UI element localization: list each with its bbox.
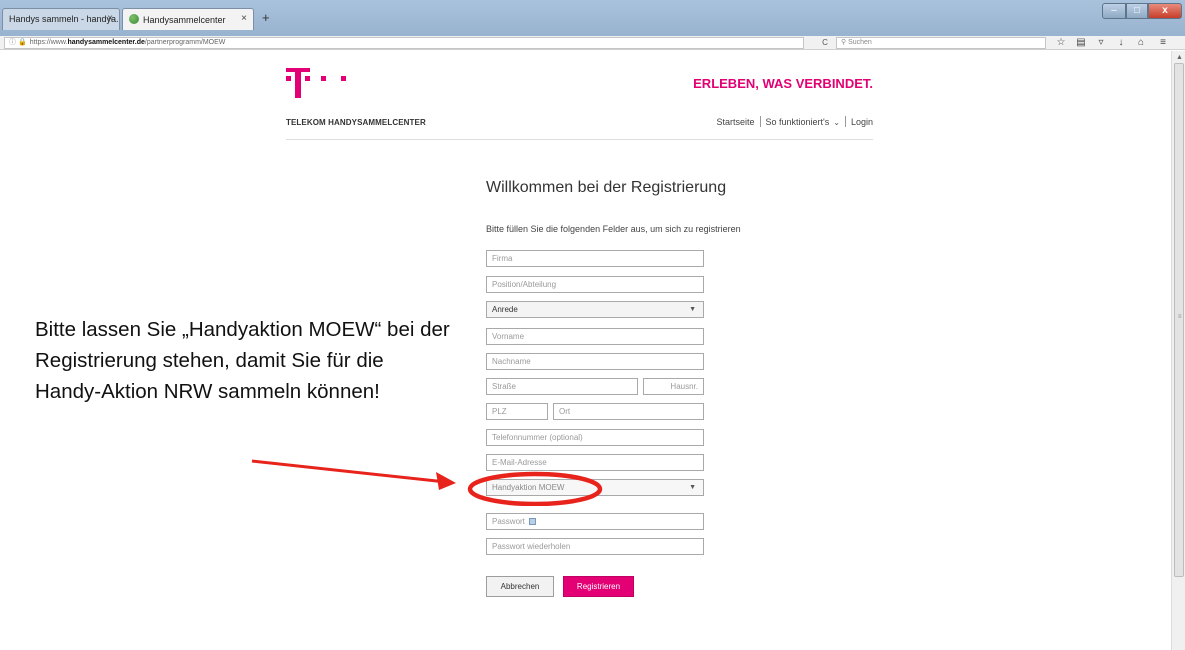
- nav-label: So funktioniert's: [765, 117, 830, 127]
- brand-name: TELEKOM HANDYSAMMELCENTER: [286, 118, 426, 127]
- main-nav: Startseite So funktioniert's ⌄ Login: [600, 116, 873, 127]
- nav-so-funktionierts[interactable]: So funktioniert's ⌄: [766, 117, 840, 127]
- lock-icon: 🔒: [18, 39, 27, 46]
- tab-label: Handys sammeln - handya...: [9, 14, 120, 24]
- home-icon[interactable]: ⌂: [1134, 37, 1148, 49]
- annotation-text: Bitte lassen Sie „Handyaktion MOEW“ bei …: [35, 318, 450, 403]
- housenr-field[interactable]: [643, 378, 704, 395]
- scroll-up-icon[interactable]: ▲: [1176, 54, 1183, 61]
- phone-field[interactable]: [486, 429, 704, 446]
- salutation-value: Anrede: [492, 305, 518, 314]
- form-title: Willkommen bei der Registrierung: [486, 179, 727, 196]
- dropdown-arrow-icon: ▼: [689, 484, 696, 491]
- header-divider: [286, 139, 873, 140]
- register-button[interactable]: Registrieren: [563, 576, 634, 597]
- window-close-button[interactable]: x: [1148, 3, 1182, 19]
- url-path: /partnerprogramm/MOEW: [144, 39, 226, 46]
- nav-divider: [759, 116, 761, 127]
- firstname-field[interactable]: [486, 328, 704, 345]
- reading-list-icon[interactable]: ▤: [1074, 37, 1088, 49]
- annotation-circle: [467, 471, 603, 506]
- pocket-icon[interactable]: ▿: [1094, 37, 1108, 49]
- tab-handys-sammeln[interactable]: Handys sammeln - handya... ×: [2, 8, 120, 30]
- password-repeat-field[interactable]: [486, 538, 704, 555]
- password-manager-icon[interactable]: [528, 518, 536, 525]
- search-placeholder: Suchen: [848, 39, 872, 46]
- salutation-select[interactable]: Anrede ▼: [486, 301, 704, 318]
- download-icon[interactable]: ↓: [1114, 37, 1128, 49]
- cancel-button[interactable]: Abbrechen: [486, 576, 554, 597]
- form-subtitle: Bitte füllen Sie die folgenden Felder au…: [486, 224, 741, 234]
- browser-navbar: ⓘ 🔒 https://www.handysammelcenter.de/partn…: [0, 36, 1185, 50]
- tagline: ERLEBEN, WAS VERBINDET.: [693, 76, 873, 91]
- annotation-arrow: [251, 459, 603, 506]
- password-placeholder: Passwort: [492, 517, 525, 526]
- menu-icon[interactable]: ≡: [1156, 37, 1170, 49]
- position-field[interactable]: [486, 276, 704, 293]
- bookmark-star-icon[interactable]: ☆: [1054, 37, 1068, 49]
- dropdown-arrow-icon: ▼: [689, 306, 696, 313]
- new-tab-button[interactable]: +: [262, 10, 270, 25]
- street-field[interactable]: [486, 378, 638, 395]
- chevron-down-icon: ⌄: [833, 118, 840, 127]
- tab-label: Handysammelcenter: [143, 15, 226, 25]
- url-prefix: https://www.: [29, 39, 68, 46]
- browser-titlebar: Handys sammeln - handya... × Handysammel…: [0, 0, 1185, 36]
- favicon-icon: [129, 14, 139, 24]
- telekom-logo[interactable]: [286, 68, 356, 98]
- url-domain: handysammelcenter.de: [67, 39, 145, 46]
- address-bar[interactable]: ⓘ 🔒 https://www.handysammelcenter.de/partn…: [4, 37, 804, 49]
- company-field[interactable]: [486, 250, 704, 267]
- page-scrollbar[interactable]: ▲ ≡: [1171, 51, 1185, 650]
- tab-close-icon[interactable]: ×: [107, 13, 113, 24]
- nav-login[interactable]: Login: [851, 117, 873, 127]
- nav-startseite[interactable]: Startseite: [716, 117, 754, 127]
- info-icon[interactable]: ⓘ: [9, 39, 16, 46]
- tab-handysammelcenter[interactable]: Handysammelcenter ×: [122, 8, 254, 30]
- reload-icon[interactable]: C: [818, 37, 832, 49]
- tab-close-icon[interactable]: ×: [241, 13, 247, 24]
- password-field[interactable]: Passwort: [486, 513, 704, 530]
- window-minimize-button[interactable]: –: [1102, 3, 1126, 19]
- window-maximize-button[interactable]: □: [1126, 3, 1148, 19]
- scroll-grip-icon: ≡: [1178, 314, 1182, 320]
- page-content: ERLEBEN, WAS VERBINDET. TELEKOM HANDYSAM…: [0, 51, 1171, 650]
- scroll-thumb[interactable]: ≡: [1174, 63, 1184, 577]
- city-field[interactable]: [553, 403, 704, 420]
- lastname-field[interactable]: [486, 353, 704, 370]
- nav-divider: [844, 116, 846, 127]
- zip-field[interactable]: [486, 403, 548, 420]
- search-input[interactable]: ⚲ Suchen: [836, 37, 1046, 49]
